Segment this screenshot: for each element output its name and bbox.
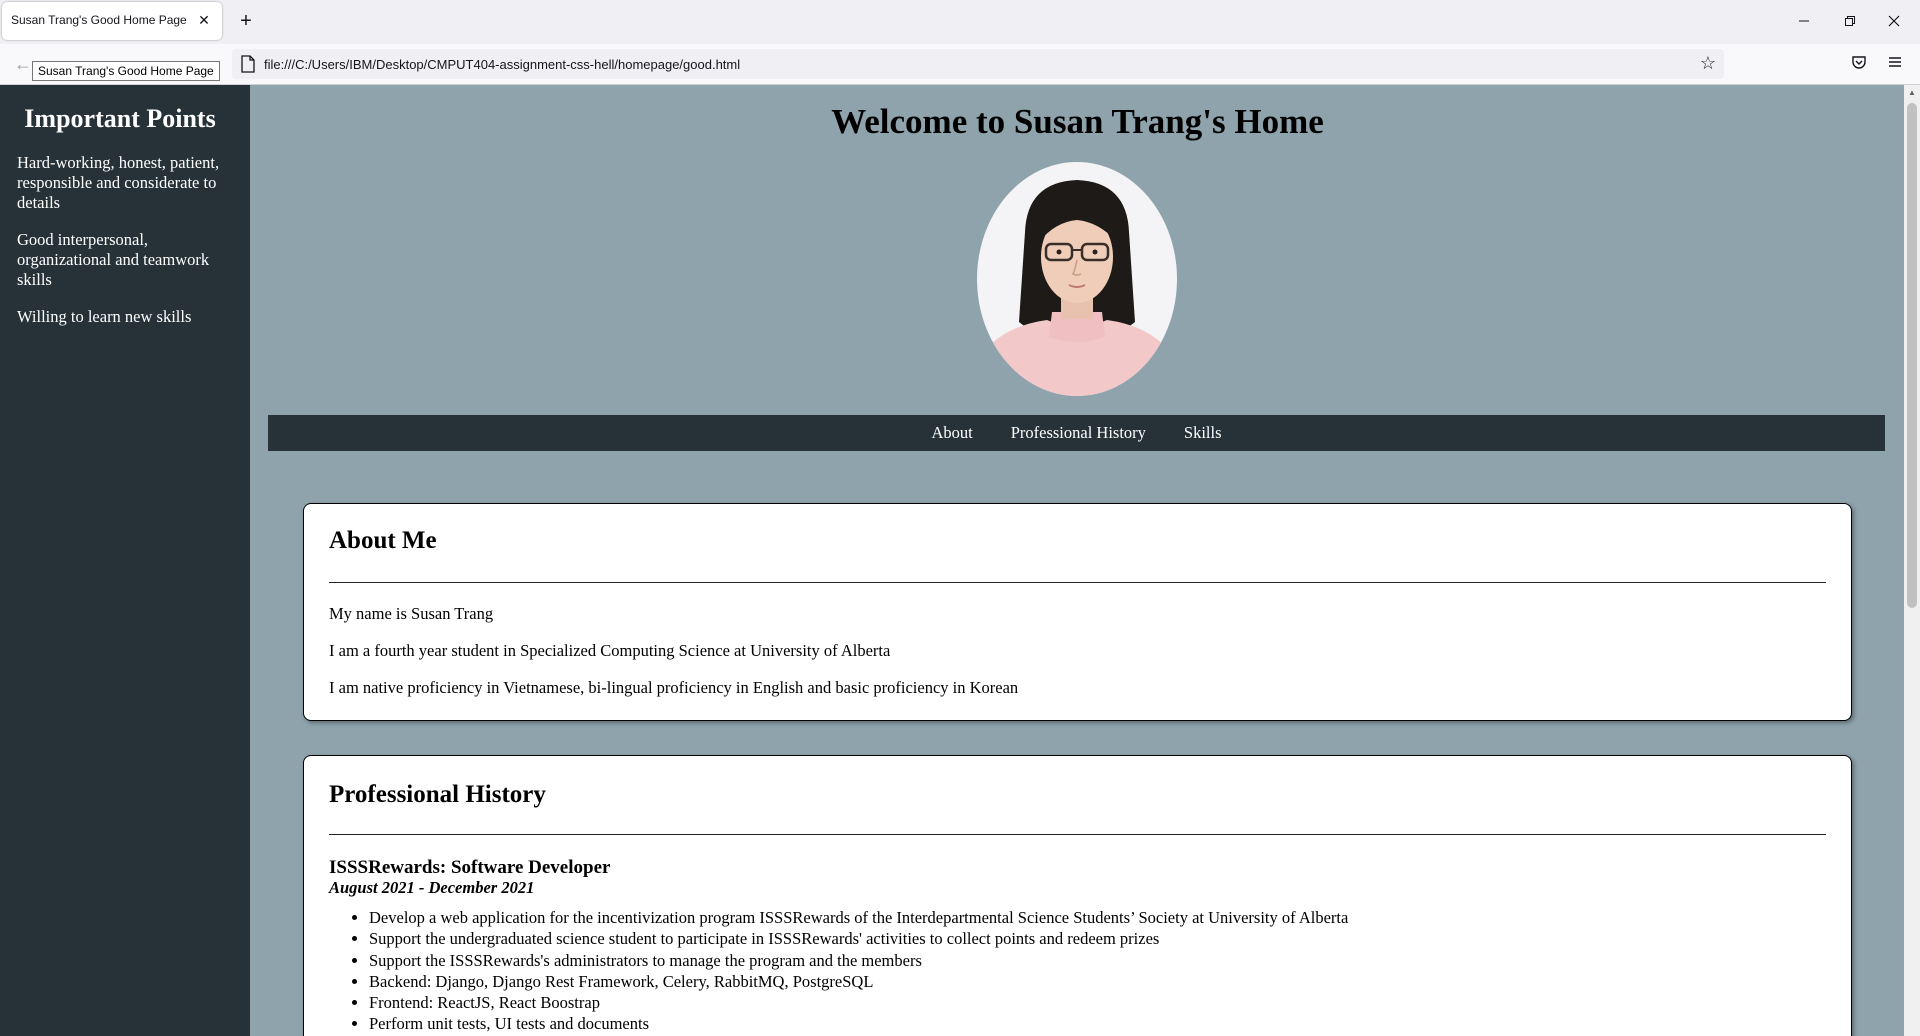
job-bullet: Support the undergraduated science stude… (369, 928, 1348, 949)
job-bullet: Support the ISSSRewards's administrators… (369, 950, 1348, 971)
job-bullet-list: Develop a web application for the incent… (329, 907, 1348, 1035)
scroll-up-arrow-icon[interactable]: ▲ (1904, 85, 1920, 101)
job-bullet: Develop a web application for the incent… (369, 907, 1348, 928)
about-paragraph: I am native proficiency in Vietnamese, b… (329, 678, 1019, 697)
close-window-button[interactable] (1874, 6, 1914, 38)
url-text: file:///C:/Users/IBM/Desktop/CMPUT404-as… (264, 57, 741, 72)
sidebar: Important Points Hard-working, honest, p… (0, 85, 250, 1036)
browser-tab-bar: Susan Trang's Good Home Page ✕ + (0, 0, 1920, 44)
sidebar-item: Willing to learn new skills (17, 307, 192, 326)
url-bar[interactable]: file:///C:/Users/IBM/Desktop/CMPUT404-as… (232, 49, 1724, 79)
about-divider (329, 582, 1826, 583)
browser-tab[interactable]: Susan Trang's Good Home Page ✕ (2, 2, 222, 40)
nav-link-about[interactable]: About (931, 423, 972, 443)
avatar-photo (977, 162, 1177, 396)
scrollbar-thumb[interactable] (1907, 103, 1917, 608)
sidebar-list: Hard-working, honest, patient, responsib… (17, 153, 232, 344)
vertical-scrollbar[interactable]: ▲ (1904, 85, 1920, 1036)
tab-title: Susan Trang's Good Home Page (11, 13, 187, 27)
nav-link-professional-history[interactable]: Professional History (1011, 423, 1146, 443)
restore-icon (1845, 16, 1855, 26)
sidebar-item: Good interpersonal, organizational and t… (17, 230, 210, 289)
about-paragraph: My name is Susan Trang (329, 604, 494, 623)
job-dates: August 2021 - December 2021 (329, 878, 535, 897)
sidebar-item: Hard-working, honest, patient, responsib… (17, 153, 220, 212)
tab-tooltip: Susan Trang's Good Home Page (32, 61, 220, 81)
page-viewport: Important Points Hard-working, honest, p… (0, 85, 1920, 1036)
tab-close-icon[interactable]: ✕ (194, 10, 214, 30)
professional-history-card: Professional History ISSSRewards: Softwa… (303, 755, 1852, 1036)
about-heading: About Me (329, 527, 437, 554)
top-navigation: About Professional History Skills (268, 415, 1885, 451)
about-card: About Me My name is Susan Trang I am a f… (303, 503, 1852, 721)
minimize-icon (1799, 20, 1809, 22)
history-heading: Professional History (329, 781, 546, 808)
close-icon (1888, 15, 1900, 27)
pocket-icon[interactable] (1848, 54, 1870, 76)
job-bullet: Frontend: ReactJS, React Boostrap (369, 992, 1348, 1013)
page-icon (241, 55, 255, 73)
nav-link-skills[interactable]: Skills (1184, 423, 1222, 443)
about-paragraph: I am a fourth year student in Specialize… (329, 641, 891, 660)
main-content: Welcome to Susan Trang's Home About Prof… (250, 85, 1900, 1036)
minimize-button[interactable] (1784, 6, 1824, 38)
job-bullet: Backend: Django, Django Rest Framework, … (369, 971, 1348, 992)
history-divider (329, 834, 1826, 835)
job-bullet: Perform unit tests, UI tests and documen… (369, 1013, 1348, 1034)
new-tab-button[interactable]: + (234, 10, 258, 34)
bookmark-star-icon[interactable]: ☆ (1700, 53, 1716, 74)
job-title: ISSSRewards: Software Developer (329, 857, 611, 878)
page-title: Welcome to Susan Trang's Home (831, 102, 1324, 141)
restore-button[interactable] (1830, 6, 1870, 38)
sidebar-title: Important Points (24, 104, 216, 133)
menu-icon[interactable] (1884, 54, 1906, 76)
